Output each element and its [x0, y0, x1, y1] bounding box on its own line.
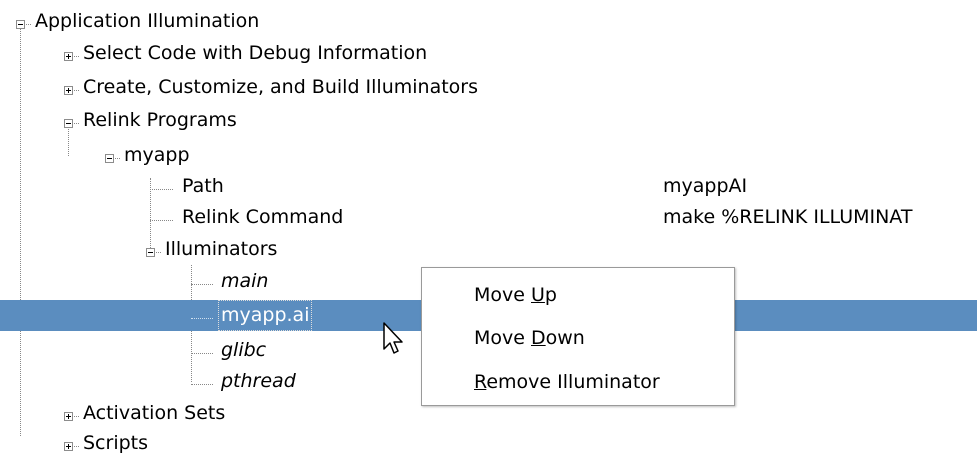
tree-label: Activation Sets: [83, 402, 226, 424]
tree-connector: [150, 189, 173, 190]
move-up-menu-item[interactable]: Move Up: [474, 280, 557, 310]
tree-row-path[interactable]: Path myappAI: [0, 171, 977, 202]
tree-label: Scripts: [83, 432, 149, 454]
collapse-icon[interactable]: [16, 20, 25, 29]
mnemonic-key: D: [531, 327, 546, 349]
menu-item-text: Move: [474, 327, 531, 349]
collapse-icon[interactable]: [105, 154, 114, 163]
mouse-pointer-icon: [383, 322, 403, 354]
tree-connector: [191, 318, 213, 319]
tree-connector: [74, 123, 79, 124]
move-down-menu-item[interactable]: Move Down: [474, 323, 585, 353]
expand-icon[interactable]: [64, 442, 73, 451]
tree-connector: [150, 220, 173, 221]
tree-connector: [74, 90, 79, 91]
tree-connector: [191, 353, 213, 354]
tree-label: Application Illumination: [35, 10, 260, 32]
tree-label: Illuminators: [165, 238, 278, 260]
mnemonic-key: U: [531, 284, 545, 306]
tree-row-create-illuminators[interactable]: Create, Customize, and Build Illuminator…: [0, 72, 977, 103]
collapse-icon[interactable]: [146, 248, 155, 257]
context-menu: Move Up Move Down Remove Illuminator: [421, 267, 735, 406]
tree-label: glibc: [221, 339, 267, 361]
tree-row-myapp[interactable]: myapp: [0, 140, 977, 171]
path-value: myappAI: [663, 175, 748, 197]
tree-row-application-illumination[interactable]: Application Illumination: [0, 6, 977, 37]
tree-connector: [156, 252, 161, 253]
relink-command-value: make %RELINK ILLUMINAT: [663, 206, 913, 228]
tree-row-relink-command[interactable]: Relink Command make %RELINK ILLUMINAT: [0, 202, 977, 233]
tree-label: Select Code with Debug Information: [83, 42, 428, 64]
tree-label: Relink Programs: [83, 109, 237, 131]
tree-connector: [191, 384, 213, 385]
remove-illuminator-menu-item[interactable]: Remove Illuminator: [474, 367, 660, 397]
collapse-icon[interactable]: [64, 119, 73, 128]
tree-label: myapp: [124, 144, 190, 166]
tree-label: myapp.ai: [218, 300, 313, 331]
expand-icon[interactable]: [64, 52, 73, 61]
tree-connector: [74, 56, 79, 57]
tree-row-illuminators[interactable]: Illuminators: [0, 234, 977, 265]
tree-connector: [191, 284, 213, 285]
tree-label: Create, Customize, and Build Illuminator…: [83, 76, 479, 98]
expand-icon[interactable]: [64, 86, 73, 95]
tree-label: Path: [182, 175, 224, 197]
mnemonic-key: R: [474, 371, 487, 393]
tree-row-scripts[interactable]: Scripts: [0, 428, 977, 459]
tree-row-relink-programs[interactable]: Relink Programs: [0, 105, 977, 136]
tree-connector: [26, 24, 31, 25]
menu-item-text: p: [544, 284, 557, 306]
expand-icon[interactable]: [64, 412, 73, 421]
menu-item-text: emove Illuminator: [486, 371, 660, 393]
tree-row-select-code[interactable]: Select Code with Debug Information: [0, 38, 977, 69]
tree-connector: [74, 416, 79, 417]
tree-connector: [115, 158, 120, 159]
menu-item-text: own: [545, 327, 585, 349]
tree-label: Relink Command: [182, 206, 344, 228]
tree-label: pthread: [221, 370, 296, 392]
menu-item-text: Move: [474, 284, 531, 306]
tree-connector: [74, 446, 79, 447]
tree-label: main: [221, 270, 269, 292]
